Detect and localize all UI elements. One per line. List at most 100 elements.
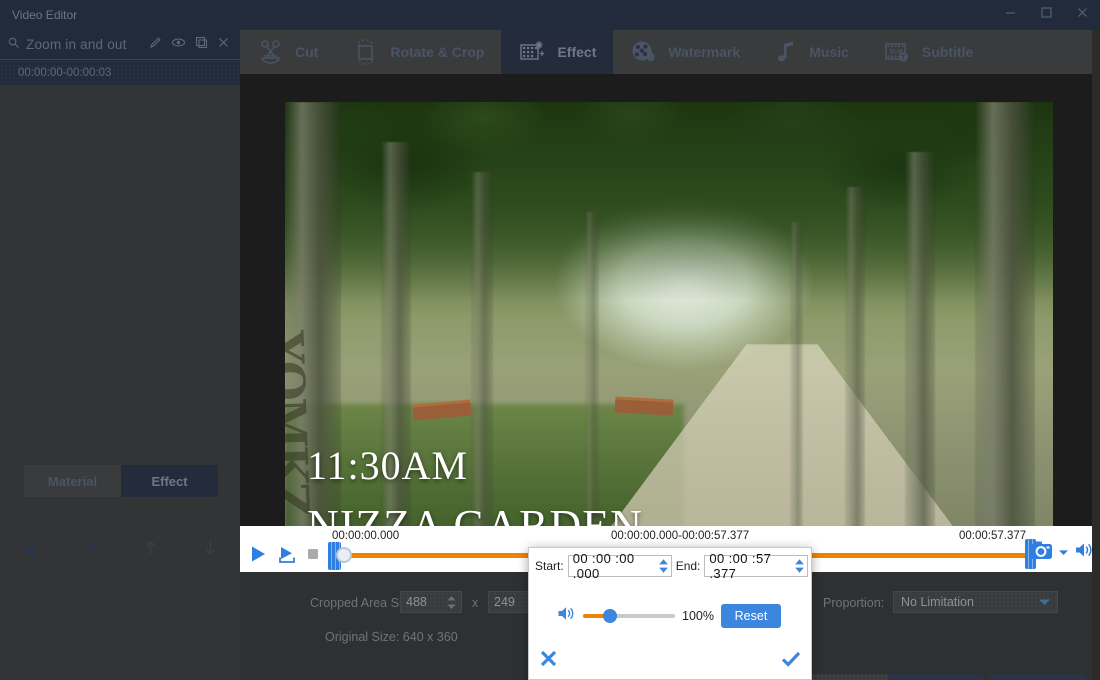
toolbar-item-watermark[interactable]: Watermark <box>613 30 757 74</box>
start-time-stepper[interactable] <box>658 558 669 574</box>
video-preview-stage[interactable]: YOMKZ 11:30AM NIZZA GARDEN <box>240 74 1100 526</box>
x-icon <box>539 655 558 672</box>
minimize-icon <box>1004 6 1017 24</box>
play-segment-icon <box>276 551 298 568</box>
playback-controls <box>248 544 320 569</box>
toolbar-item-subtitle-label: Subtitle <box>922 44 973 60</box>
speaker-icon <box>1074 546 1094 563</box>
move-down-icon <box>203 539 218 561</box>
delete-button[interactable] <box>60 533 120 567</box>
tab-effect[interactable]: Effect <box>121 465 218 497</box>
music-note-icon <box>774 39 798 65</box>
ok-button[interactable]: OK <box>888 674 984 680</box>
svg-text:T: T <box>901 55 905 62</box>
tab-effect-label: Effect <box>151 474 187 489</box>
clip-time-range: 00:00:00-00:00:03 <box>18 67 111 79</box>
toolbar-item-cut[interactable]: Cut <box>240 30 335 74</box>
end-time-input[interactable]: 00 :00 :57 .377 <box>704 555 808 577</box>
volume-slider[interactable] <box>583 614 675 618</box>
popup-time-row: Start: 00 :00 :00 .000 End: 00 :00 :57 .… <box>529 552 813 580</box>
toolbar-item-subtitle[interactable]: SUB T Subtitle <box>866 30 990 74</box>
popup-volume-row: 100% Reset <box>529 598 813 634</box>
search-icon <box>8 36 20 54</box>
edit-icon[interactable] <box>149 36 162 54</box>
end-time-stepper[interactable] <box>794 558 805 574</box>
stop-icon <box>306 548 320 565</box>
proportion-select[interactable]: No Limitation <box>893 591 1058 613</box>
subtitle-icon: SUB T <box>883 39 911 65</box>
vertical-scrollbar[interactable] <box>1092 30 1100 680</box>
popup-confirm-button[interactable] <box>781 650 801 673</box>
stop-button[interactable] <box>306 547 320 566</box>
camera-icon <box>1029 547 1053 564</box>
left-panel-body <box>0 86 240 456</box>
toolbar-item-cut-label: Cut <box>295 44 318 60</box>
snapshot-dropdown-button[interactable] <box>1058 544 1069 562</box>
watermark-icon <box>630 39 657 65</box>
cropped-width-input[interactable]: 488 <box>400 591 462 613</box>
playhead-knob[interactable] <box>336 547 352 563</box>
title-bar: Video Editor <box>0 0 1100 30</box>
copy-icon[interactable] <box>195 36 208 54</box>
cancel-button[interactable]: Cancel <box>989 674 1085 680</box>
play-icon <box>248 551 268 568</box>
maximize-button[interactable] <box>1028 0 1064 30</box>
cropped-height-value: 249 <box>494 595 515 609</box>
maximize-icon <box>1040 6 1053 24</box>
close-icon <box>1076 6 1089 24</box>
check-icon <box>781 655 801 672</box>
video-frame: YOMKZ 11:30AM NIZZA GARDEN <box>285 102 1053 526</box>
left-panel-tabs: Material Effect <box>24 465 218 497</box>
move-up-button[interactable] <box>120 533 180 567</box>
reset-button[interactable]: Reset <box>721 604 781 628</box>
tab-material[interactable]: Material <box>24 465 121 497</box>
speaker-icon[interactable] <box>557 605 576 627</box>
volume-slider-knob[interactable] <box>603 609 617 623</box>
cropped-width-stepper[interactable] <box>446 595 457 610</box>
end-label: End: <box>676 559 701 573</box>
left-panel: Zoom in and out 00:00:00-00:00:03 <box>0 30 240 680</box>
effect-icon <box>518 39 546 65</box>
reset-label: Reset <box>735 609 768 623</box>
toolbar-item-effect-label: Effect <box>557 44 596 60</box>
toolbar-item-watermark-label: Watermark <box>668 44 740 60</box>
time-end-label: 00:00:57.377 <box>959 530 1026 542</box>
original-size-label: Original Size: 640 x 360 <box>325 630 458 644</box>
delete-icon <box>82 539 99 561</box>
move-up-icon <box>143 539 158 561</box>
close-button[interactable] <box>1064 0 1100 30</box>
end-time-value: 00 :00 :57 .377 <box>709 551 789 581</box>
start-time-input[interactable]: 00 :00 :00 .000 <box>568 555 672 577</box>
proportion-value: No Limitation <box>901 595 974 609</box>
move-down-button[interactable] <box>180 533 240 567</box>
cropped-multiply-label: x <box>472 596 478 610</box>
timeline-clip-item[interactable]: 00:00:00-00:00:03 <box>0 60 240 86</box>
minimize-button[interactable] <box>992 0 1028 30</box>
popup-cancel-button[interactable] <box>539 649 558 673</box>
window-title: Video Editor <box>0 8 77 22</box>
volume-button[interactable] <box>1074 541 1094 564</box>
play-button[interactable] <box>248 544 268 569</box>
snapshot-button[interactable] <box>1029 540 1053 565</box>
toolbar-item-rotate-crop-label: Rotate & Crop <box>390 44 484 60</box>
toolbar-item-music[interactable]: Music <box>757 30 866 74</box>
eye-icon[interactable] <box>171 36 186 54</box>
chevron-down-icon <box>1058 544 1069 561</box>
close-icon[interactable] <box>217 36 230 54</box>
proportion-label: Proportion: <box>823 596 884 610</box>
toolbar-item-rotate-crop[interactable]: Rotate & Crop <box>335 30 501 74</box>
start-label: Start: <box>535 559 564 573</box>
video-caption-time: 11:30AM <box>307 442 468 489</box>
editor-toolbar: Cut Rotate & Crop <box>240 30 1100 74</box>
window-controls <box>992 0 1100 30</box>
tab-material-label: Material <box>48 474 97 489</box>
start-time-value: 00 :00 :00 .000 <box>573 551 653 581</box>
lock-button[interactable] <box>0 533 60 567</box>
toolbar-item-music-label: Music <box>809 44 849 60</box>
crop-rotate-icon <box>352 39 379 65</box>
time-start-label: 00:00:00.000 <box>332 530 399 542</box>
play-segment-button[interactable] <box>276 544 298 569</box>
scissors-icon <box>257 39 284 65</box>
toolbar-item-effect[interactable]: Effect <box>501 30 613 74</box>
video-editor-window: Video Editor Zoo <box>0 0 1100 680</box>
